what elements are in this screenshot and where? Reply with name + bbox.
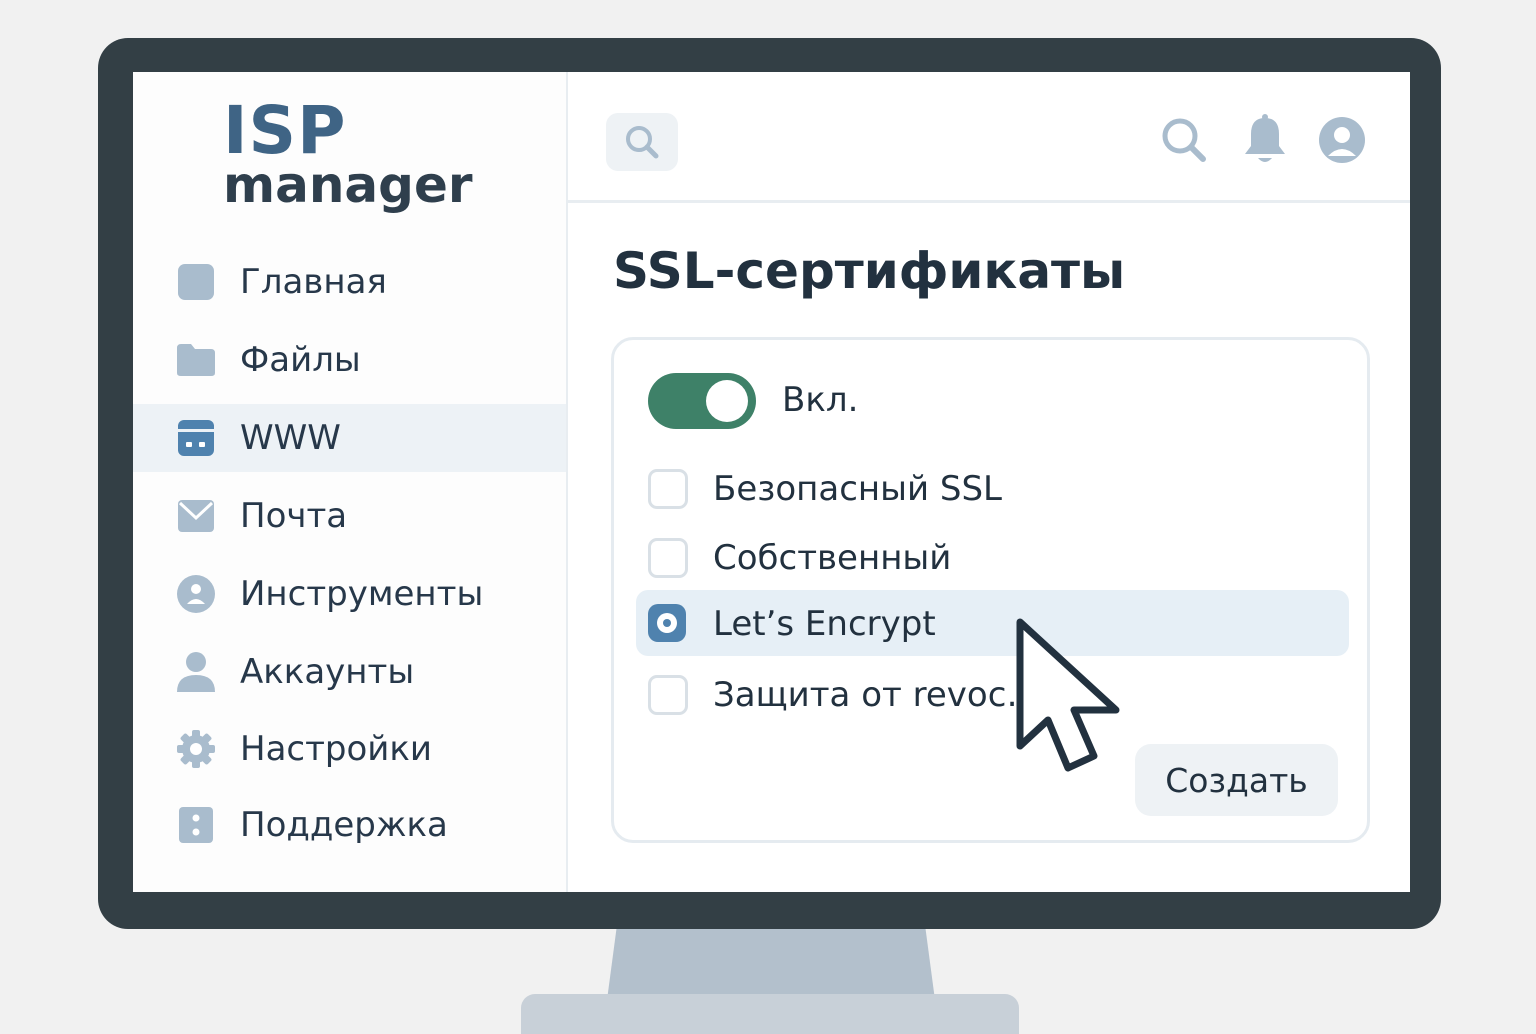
sidebar: ISP manager Главная Файлы WWW Почта Инст… <box>133 72 568 892</box>
top-bar <box>568 72 1410 203</box>
option-lets-encrypt[interactable]: Let’s Encrypt <box>636 590 1349 656</box>
mouse-pointer-icon <box>1012 614 1124 780</box>
option-label: Безопасный SSL <box>713 469 1002 509</box>
monitor-stand-base <box>521 994 1019 1034</box>
www-window-icon <box>176 418 216 458</box>
sidebar-item-label: Аккаунты <box>240 652 415 692</box>
sidebar-item-label: Файлы <box>240 340 361 380</box>
option-custom[interactable]: Собственный <box>636 526 1349 592</box>
search-toolbar-button[interactable] <box>1160 116 1208 164</box>
enable-toggle[interactable] <box>648 373 756 429</box>
gear-icon <box>176 729 216 769</box>
user-icon <box>176 652 216 692</box>
bell-icon <box>1245 114 1285 162</box>
option-label: Защита от revoc… <box>713 675 1041 715</box>
checkbox[interactable] <box>648 538 688 578</box>
logo-line-2: manager <box>223 156 473 214</box>
support-icon <box>176 805 216 845</box>
sidebar-item-support[interactable]: Поддержка <box>133 791 566 859</box>
tools-icon <box>176 574 216 614</box>
sidebar-item-tools[interactable]: Инструменты <box>133 560 566 628</box>
sidebar-item-home[interactable]: Главная <box>133 248 566 316</box>
sidebar-item-accounts[interactable]: Аккаунты <box>133 638 566 706</box>
search-icon <box>626 126 659 159</box>
search-button[interactable] <box>606 113 678 171</box>
folder-icon <box>176 340 216 380</box>
app-logo: ISP manager <box>223 92 473 214</box>
sidebar-item-label: WWW <box>240 418 341 458</box>
app-window: ISP manager Главная Файлы WWW Почта Инст… <box>133 72 1410 892</box>
selected-radio[interactable] <box>648 604 686 642</box>
mail-icon <box>176 496 216 536</box>
create-button[interactable]: Создать <box>1135 744 1338 816</box>
option-secure-ssl[interactable]: Безопасный SSL <box>636 457 1349 523</box>
sidebar-item-settings[interactable]: Настройки <box>133 715 566 783</box>
monitor-stand-neck <box>607 926 935 1000</box>
sidebar-item-label: Поддержка <box>240 805 448 845</box>
user-avatar-button[interactable] <box>1318 116 1366 164</box>
toggle-knob <box>706 380 748 422</box>
sidebar-item-mail[interactable]: Почта <box>133 482 566 550</box>
option-revocation-protection[interactable]: Защита от revoc… <box>636 663 1349 729</box>
home-square-icon <box>176 262 216 302</box>
sidebar-item-files[interactable]: Файлы <box>133 326 566 394</box>
notifications-button[interactable] <box>1243 114 1287 166</box>
sidebar-item-www[interactable]: WWW <box>133 404 566 472</box>
sidebar-item-label: Настройки <box>240 729 433 769</box>
avatar-icon <box>1319 117 1365 163</box>
sidebar-item-label: Главная <box>240 262 387 302</box>
search-icon <box>1162 118 1206 162</box>
ssl-settings-card: Вкл. Безопасный SSL Собственный Let’s En… <box>611 337 1370 843</box>
checkbox[interactable] <box>648 469 688 509</box>
option-label: Let’s Encrypt <box>713 604 936 644</box>
logo-line-1: ISP <box>223 92 347 169</box>
checkbox[interactable] <box>648 675 688 715</box>
sidebar-item-label: Почта <box>240 496 348 536</box>
option-label: Собственный <box>713 538 952 578</box>
toggle-label: Вкл. <box>782 380 859 420</box>
sidebar-item-label: Инструменты <box>240 574 484 614</box>
page-title: SSL-сертификаты <box>613 242 1126 300</box>
